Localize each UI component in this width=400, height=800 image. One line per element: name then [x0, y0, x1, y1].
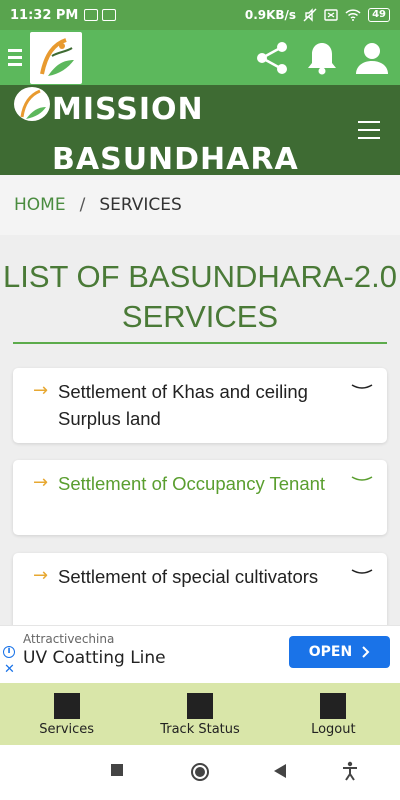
- share-icon[interactable]: [254, 40, 290, 76]
- bottom-nav: Services Track Status Logout: [0, 683, 400, 745]
- system-nav-bar: [0, 745, 400, 800]
- service-label: Settlement of Occupancy Tenant: [58, 473, 326, 494]
- ad-sponsor: Attractivechina: [23, 632, 115, 646]
- notification-icons: [84, 9, 117, 21]
- status-right: 0.9KB/s 49: [245, 8, 390, 22]
- track-status-icon: [186, 693, 213, 719]
- chevron-right-icon: [362, 646, 370, 658]
- ad-info-icon[interactable]: i: [3, 646, 15, 658]
- nav-services[interactable]: Services: [0, 683, 133, 745]
- sim-icon: [324, 9, 338, 21]
- arrow-right-icon: →: [33, 380, 49, 401]
- status-bar: 11:32 PM 0.9KB/s 49: [0, 0, 400, 30]
- app-logo[interactable]: [30, 31, 82, 84]
- services-icon: [53, 693, 80, 719]
- bell-icon[interactable]: [306, 40, 338, 76]
- arrow-right-icon: →: [33, 472, 49, 493]
- breadcrumb-current: SERVICES: [99, 195, 182, 215]
- site-header: MISSION BASUNDHARA: [0, 85, 400, 175]
- mute-icon: [303, 8, 317, 22]
- nav-label: Services: [39, 722, 95, 737]
- nav-track-status[interactable]: Track Status: [133, 683, 266, 745]
- back-icon[interactable]: [273, 763, 287, 779]
- page-title: LIST OF BASUNDHARA-2.0 SERVICES: [3, 259, 397, 334]
- site-title: MISSION BASUNDHARA: [52, 92, 299, 175]
- site-menu-icon[interactable]: [358, 121, 380, 139]
- service-item-special-cultivators[interactable]: → Settlement of special cultivators: [13, 553, 387, 625]
- arrow-right-icon: →: [33, 565, 49, 586]
- chevron-down-icon[interactable]: [351, 382, 373, 394]
- chevron-down-icon[interactable]: [351, 567, 373, 579]
- accessibility-icon[interactable]: [342, 761, 358, 781]
- wifi-icon: [345, 9, 361, 21]
- service-label: Settlement of Khas and ceiling Surplus l…: [58, 381, 308, 429]
- ad-banner[interactable]: i ✕ Attractivechina UV Coatting Line OPE…: [0, 625, 400, 680]
- breadcrumb-separator: /: [79, 195, 86, 215]
- nav-logout[interactable]: Logout: [267, 683, 400, 745]
- ad-open-button[interactable]: OPEN: [289, 636, 390, 668]
- title-divider: [13, 342, 387, 344]
- recents-icon[interactable]: [110, 763, 124, 777]
- ad-headline: UV Coatting Line: [23, 648, 166, 668]
- notification-icon: [84, 9, 99, 21]
- app-logo-graphic: [40, 37, 74, 76]
- service-item-khas-ceiling[interactable]: → Settlement of Khas and ceiling Surplus…: [13, 368, 387, 443]
- app-bar: [0, 30, 400, 85]
- breadcrumb-home-link[interactable]: HOME: [14, 195, 66, 215]
- home-icon[interactable]: [190, 762, 210, 782]
- site-logo: [14, 87, 50, 121]
- breadcrumb: HOME / SERVICES: [0, 175, 400, 235]
- nav-label: Track Status: [160, 722, 240, 737]
- nav-label: Logout: [311, 722, 356, 737]
- service-item-occupancy-tenant[interactable]: → Settlement of Occupancy Tenant: [13, 460, 387, 535]
- ad-close-icon[interactable]: ✕: [4, 662, 15, 677]
- logout-icon: [320, 693, 347, 719]
- service-label: Settlement of special cultivators: [58, 566, 319, 587]
- status-time: 11:32 PM: [10, 7, 79, 23]
- network-speed: 0.9KB/s: [244, 8, 297, 22]
- battery-indicator: 49: [368, 8, 390, 22]
- main-content: LIST OF BASUNDHARA-2.0 SERVICES → Settle…: [0, 235, 400, 625]
- menu-icon[interactable]: [0, 30, 30, 85]
- site-logo-graphic: [20, 89, 46, 119]
- ad-open-label: OPEN: [308, 644, 353, 660]
- user-icon[interactable]: [354, 40, 390, 76]
- chevron-down-icon[interactable]: [351, 474, 373, 486]
- notification-icon: [102, 9, 117, 21]
